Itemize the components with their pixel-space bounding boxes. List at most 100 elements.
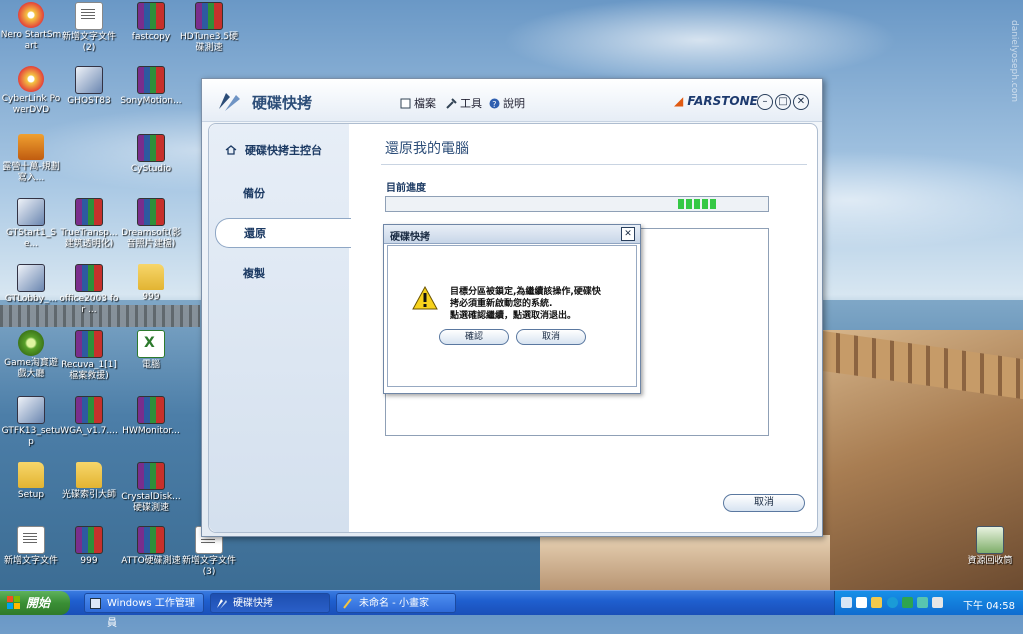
desktop-icon[interactable]: GHOST83 xyxy=(58,66,120,107)
close-button[interactable]: ✕ xyxy=(793,94,809,110)
desktop-icon[interactable]: 電腦 xyxy=(120,330,182,371)
desktop-icon[interactable]: CrystalDisk...硬碟測速 xyxy=(120,462,182,514)
winrar-icon xyxy=(75,198,103,226)
app-title: 硬碟快拷 xyxy=(252,94,313,112)
winrar-icon xyxy=(75,396,103,424)
desktop-icon[interactable]: Nero StartSmart xyxy=(0,2,62,52)
maximize-button[interactable]: □ xyxy=(775,94,791,110)
wallpaper-watermark: danielyoseph.com xyxy=(1009,20,1019,103)
system-tray: 下午 04:58 xyxy=(834,591,1023,615)
dialog-body: 目標分區被鎖定,為繼續該操作,硬碟快 拷必須重新啟動您的系統. 點選確認繼續，點… xyxy=(387,245,637,387)
progress-segment xyxy=(678,199,684,209)
tools-tray-icon[interactable] xyxy=(871,597,882,608)
truck-icon xyxy=(18,134,44,160)
desktop-icon[interactable]: WGA_v1.7.... xyxy=(58,396,120,437)
desktop-icon[interactable]: GTStart1_Se... xyxy=(0,198,62,250)
winrar-icon xyxy=(137,198,165,226)
cancel-button[interactable]: 取消 xyxy=(723,494,805,512)
taskbar-item-disk-copy[interactable]: 硬碟快拷 xyxy=(210,593,330,613)
desktop-icon[interactable]: CyStudio xyxy=(120,134,182,175)
desktop-icon[interactable]: TrueTransp...建筑透明化) xyxy=(58,198,120,250)
app-titlebar[interactable]: 硬碟快拷 檔案 工具 ? 說明 ◢ FARSTONE – □ ✕ xyxy=(202,79,822,122)
update-icon[interactable] xyxy=(917,597,928,608)
excel-icon xyxy=(137,330,165,358)
svg-text:?: ? xyxy=(492,100,496,109)
desktop-icon[interactable]: HWMonitor... xyxy=(120,396,182,437)
clock[interactable]: 下午 04:58 xyxy=(963,597,1015,612)
text-file-icon xyxy=(75,2,103,30)
menu-tools[interactable]: 工具 xyxy=(446,95,482,111)
dialog-titlebar[interactable]: 硬碟快拷 ✕ xyxy=(384,225,640,244)
dialog-close-button[interactable]: ✕ xyxy=(621,227,635,241)
confirm-button[interactable]: 確認 xyxy=(439,329,509,345)
desktop-icon[interactable]: fastcopy xyxy=(120,2,182,43)
shortcut-icon xyxy=(17,198,45,226)
task-manager-icon xyxy=(90,598,101,609)
paint-icon xyxy=(343,598,352,609)
home-icon xyxy=(225,145,237,155)
taskbar: 開始 Windows 工作管理員 硬碟快拷 未命名 - 小畫家 下午 04:58 xyxy=(0,590,1023,629)
desktop-icon[interactable]: Recuva_1[1]檔案救援) xyxy=(58,330,120,382)
file-icon xyxy=(400,98,411,108)
taskbar-item-task-manager[interactable]: Windows 工作管理員 xyxy=(84,593,204,629)
dialog-title: 硬碟快拷 xyxy=(390,232,430,243)
tools-icon xyxy=(446,97,457,109)
folder-icon xyxy=(138,264,164,290)
help-tray-icon[interactable] xyxy=(856,597,867,608)
progress-label: 目前進度 xyxy=(386,183,426,194)
winrar-icon xyxy=(137,462,165,490)
desktop-icon[interactable]: Game淘寶遊戲大廳 xyxy=(0,330,62,380)
desktop-icon[interactable]: 新增文字文件 (2) xyxy=(58,2,120,54)
winrar-icon xyxy=(137,2,165,30)
page-title: 還原我的電腦 xyxy=(385,141,469,157)
winrar-icon xyxy=(75,330,103,358)
minimize-button[interactable]: – xyxy=(757,94,773,110)
warning-icon xyxy=(412,286,438,310)
progress-segment xyxy=(694,199,700,209)
desktop-icon[interactable]: 999 xyxy=(120,264,182,303)
desktop-icon[interactable]: HDTune3.5硬碟測速 xyxy=(178,2,240,54)
volume-icon[interactable] xyxy=(932,597,943,608)
title-divider xyxy=(381,164,807,165)
desktop-icon[interactable]: CyberLink PowerDVD xyxy=(0,66,62,116)
winrar-icon xyxy=(137,66,165,94)
confirm-dialog: 硬碟快拷 ✕ 目標分區被鎖定,為繼續該操作,硬碟快 拷必須重新啟動您的系統. 點… xyxy=(383,224,641,394)
taskbar-item-paint[interactable]: 未命名 - 小畫家 xyxy=(336,593,456,613)
desktop-icon[interactable]: 999 xyxy=(58,526,120,567)
progress-segment xyxy=(686,199,692,209)
sidebar: 硬碟快拷主控台 備份 還原 複製 xyxy=(209,124,351,532)
desktop-icon[interactable]: GTFK13_setup xyxy=(0,396,62,448)
desktop-icon[interactable]: ATTO硬碟測速 xyxy=(120,526,182,567)
keyboard-icon[interactable] xyxy=(841,597,852,608)
help-icon: ? xyxy=(489,98,500,109)
desktop-icon-recycle-bin[interactable]: 資源回收筒 xyxy=(960,526,1020,567)
folder-icon xyxy=(76,462,102,488)
sidebar-item-backup[interactable]: 備份 xyxy=(215,179,345,209)
progress-bar xyxy=(385,196,769,212)
sidebar-item-restore[interactable]: 還原 xyxy=(215,218,351,248)
sidebar-item-home[interactable]: 硬碟快拷主控台 xyxy=(215,136,345,166)
menu-file[interactable]: 檔案 xyxy=(400,95,436,111)
start-button[interactable]: 開始 xyxy=(0,591,70,615)
progress-segment xyxy=(702,199,708,209)
sidebar-item-clone[interactable]: 複製 xyxy=(215,259,345,289)
dialog-cancel-button[interactable]: 取消 xyxy=(516,329,586,345)
desktop-icon[interactable]: 新增文字文件 xyxy=(0,526,62,567)
desktop-icon[interactable]: Setup xyxy=(0,462,62,501)
desktop-icon[interactable]: office2003 for ... xyxy=(58,264,120,316)
ghost-icon xyxy=(75,66,103,94)
security-icon[interactable] xyxy=(902,597,913,608)
desktop-icon[interactable]: 露營十萬-規劃寫入... xyxy=(0,134,62,184)
desktop-icon[interactable]: GTLobby_... xyxy=(0,264,62,305)
desktop-dock xyxy=(540,535,830,590)
desktop-icon[interactable]: 光碟索引大師 xyxy=(58,462,120,501)
winrar-icon xyxy=(137,134,165,162)
menu-help[interactable]: ? 說明 xyxy=(489,95,525,111)
network-icon[interactable] xyxy=(887,597,898,608)
desktop-icon[interactable]: SonyMotion... xyxy=(120,66,182,107)
desktop-icon[interactable]: Dreamsoft(影音照片建檔) xyxy=(120,198,182,250)
text-file-icon xyxy=(17,526,45,554)
folder-icon xyxy=(18,462,44,488)
app-logo-icon xyxy=(217,599,227,609)
winrar-icon xyxy=(75,264,103,292)
